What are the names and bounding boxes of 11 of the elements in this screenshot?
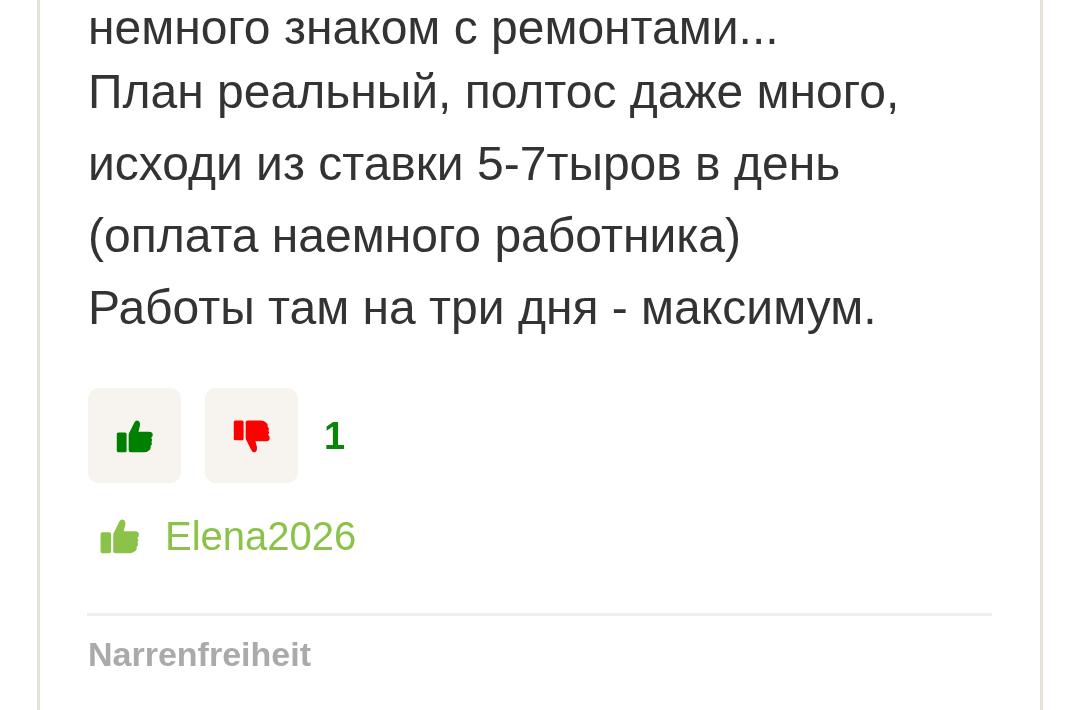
post-text-line: исходи из ставки 5-7тыров в день bbox=[88, 136, 842, 192]
author-name: Narrenfreiheit bbox=[88, 634, 311, 675]
downvote-button[interactable] bbox=[205, 388, 298, 483]
upvote-button[interactable] bbox=[88, 388, 181, 483]
post-text-line: Работы там на три дня - максимум. bbox=[88, 280, 878, 336]
thumbs-up-icon bbox=[99, 517, 141, 555]
vote-score: 1 bbox=[324, 413, 346, 459]
username-link[interactable]: Elena2026 bbox=[165, 513, 357, 559]
post-text-line: (оплата наемного работника) bbox=[88, 208, 742, 264]
post-text-line: План реальный, полтос даже много, bbox=[88, 64, 901, 120]
post-text-line: немного знаком с ремонтами... bbox=[88, 0, 780, 56]
